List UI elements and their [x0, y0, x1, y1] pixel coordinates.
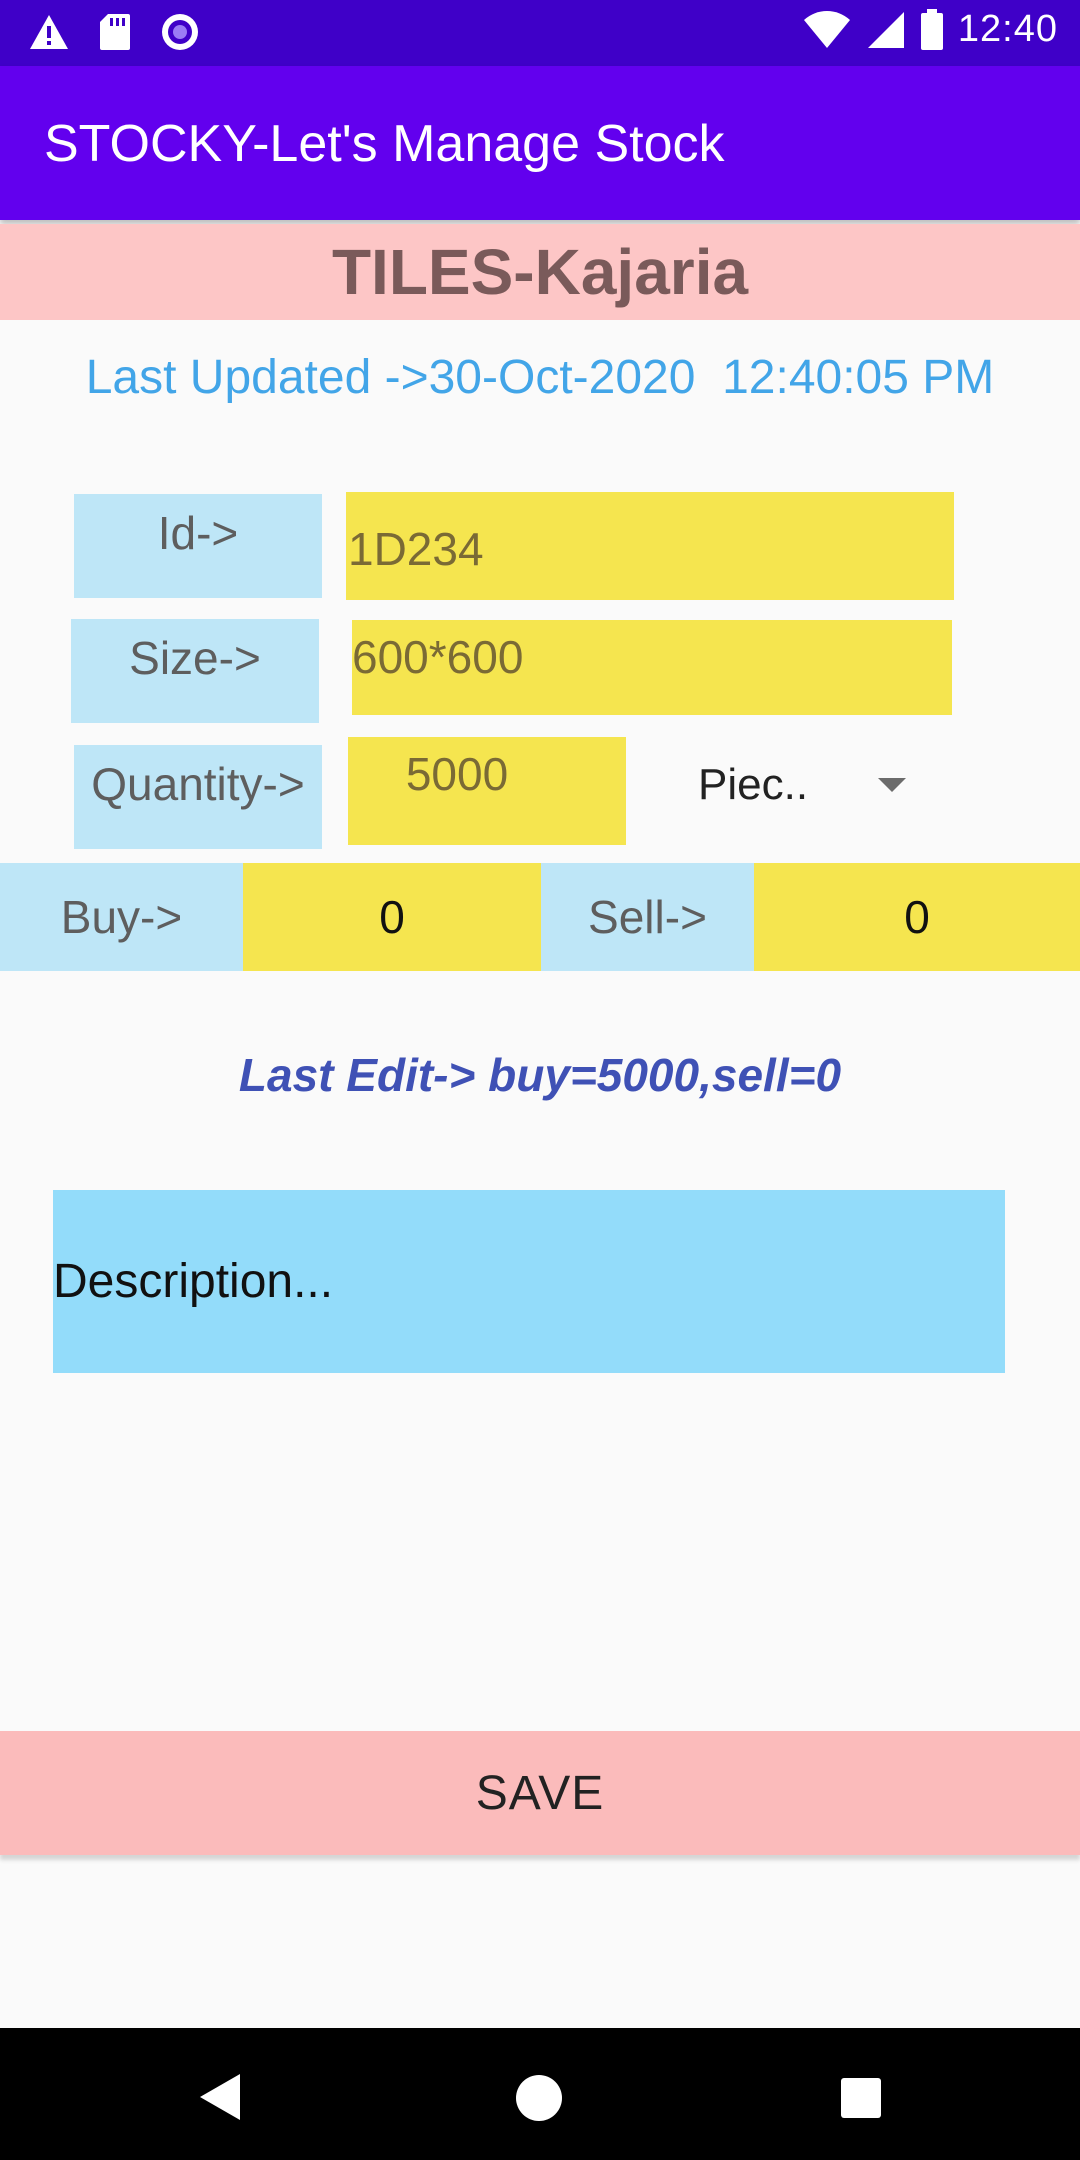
sell-input[interactable]: 0	[754, 863, 1080, 971]
dropdown-arrow-icon	[878, 778, 906, 792]
home-icon[interactable]	[515, 2074, 563, 2122]
status-left-icons	[28, 12, 200, 52]
status-right-icons: 12:40	[802, 8, 1058, 51]
save-button[interactable]: SAVE	[0, 1731, 1080, 1855]
description-input[interactable]: Description...	[53, 1190, 1005, 1373]
wifi-icon	[803, 10, 850, 48]
size-label: Size->	[71, 619, 319, 723]
app-title: STOCKY-Let's Manage Stock	[44, 115, 725, 173]
id-label: Id->	[74, 494, 322, 598]
warning-icon	[30, 15, 68, 49]
recents-icon[interactable]	[839, 2076, 883, 2120]
description-placeholder: Description...	[53, 1255, 334, 1308]
category-header: TILES-Kajaria	[0, 224, 1080, 320]
last-edit-text: Last Edit-> buy=5000,sell=0	[238, 1049, 842, 1101]
quantity-input[interactable]: 5000	[348, 737, 626, 845]
record-icon	[162, 14, 198, 50]
navigation-bar	[0, 2028, 1080, 2160]
status-bar: 12:40	[0, 0, 1080, 66]
sd-card-icon	[100, 14, 130, 50]
sell-label: Sell->	[541, 863, 754, 971]
unit-dropdown-value: Piec..	[698, 760, 809, 809]
id-input[interactable]: 1D234	[346, 492, 954, 600]
buy-input[interactable]: 0	[243, 863, 541, 971]
size-input[interactable]: 600*600	[352, 620, 952, 715]
screen: 12:40 STOCKY-Let's Manage Stock TILES-Ka…	[0, 0, 1080, 2160]
save-button-label: SAVE	[475, 1766, 605, 1820]
app-bar: STOCKY-Let's Manage Stock	[0, 66, 1080, 220]
signal-icon	[867, 11, 904, 48]
last-updated-text: Last Updated ->30-Oct-2020 12:40:05 PM	[85, 351, 995, 404]
battery-icon	[920, 8, 943, 50]
clock: 12:40	[957, 8, 1058, 50]
quantity-label: Quantity->	[74, 745, 322, 849]
back-icon[interactable]	[196, 2072, 244, 2122]
buy-label: Buy->	[0, 863, 243, 971]
unit-dropdown[interactable]: Piec..	[680, 740, 920, 830]
category-title: TILES-Kajaria	[331, 236, 749, 308]
